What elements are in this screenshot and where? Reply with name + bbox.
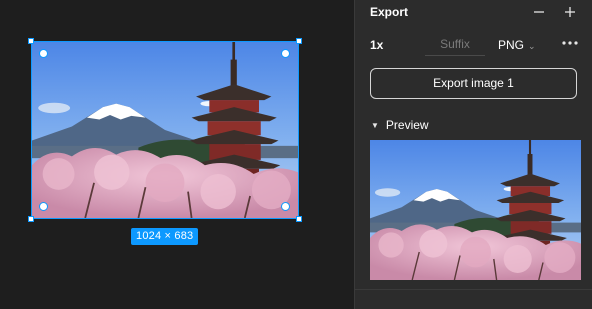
- chevron-down-icon: ⌄: [528, 41, 536, 51]
- photo-image: [32, 42, 298, 218]
- export-settings-row: 1x Suffix PNG ⌄: [355, 34, 592, 56]
- resize-handle-bottom-right[interactable]: [296, 216, 302, 222]
- format-select[interactable]: PNG ⌄: [498, 38, 536, 52]
- panel-divider: [355, 289, 592, 290]
- corner-radius-handle-top-left[interactable]: [39, 49, 48, 58]
- resize-handle-top-left[interactable]: [28, 38, 34, 44]
- corner-radius-handle-bottom-right[interactable]: [281, 202, 290, 211]
- preview-image: [370, 140, 581, 280]
- plus-icon[interactable]: [562, 4, 578, 20]
- dimensions-badge: 1024 × 683: [131, 228, 199, 245]
- corner-radius-handle-bottom-left[interactable]: [39, 202, 48, 211]
- scale-select[interactable]: 1x: [370, 38, 383, 52]
- preview-label: Preview: [385, 118, 429, 132]
- suffix-input[interactable]: Suffix: [425, 34, 485, 56]
- caret-down-icon: ▼: [371, 121, 379, 130]
- format-label: PNG: [498, 38, 525, 52]
- selected-image[interactable]: [31, 41, 299, 219]
- ellipsis-icon[interactable]: [561, 37, 579, 49]
- panel-title: Export: [370, 5, 409, 19]
- export-preview: [370, 140, 581, 280]
- resize-handle-bottom-left[interactable]: [28, 216, 34, 222]
- export-panel: Export 1x Suffix PNG ⌄ Export image 1 ▼ Pr…: [354, 0, 592, 309]
- corner-radius-handle-top-right[interactable]: [281, 49, 290, 58]
- resize-handle-top-right[interactable]: [296, 38, 302, 44]
- preview-toggle[interactable]: ▼ Preview: [371, 118, 429, 132]
- export-button[interactable]: Export image 1: [370, 68, 577, 99]
- canvas[interactable]: 1024 × 683: [0, 0, 354, 309]
- minus-icon[interactable]: [531, 4, 547, 20]
